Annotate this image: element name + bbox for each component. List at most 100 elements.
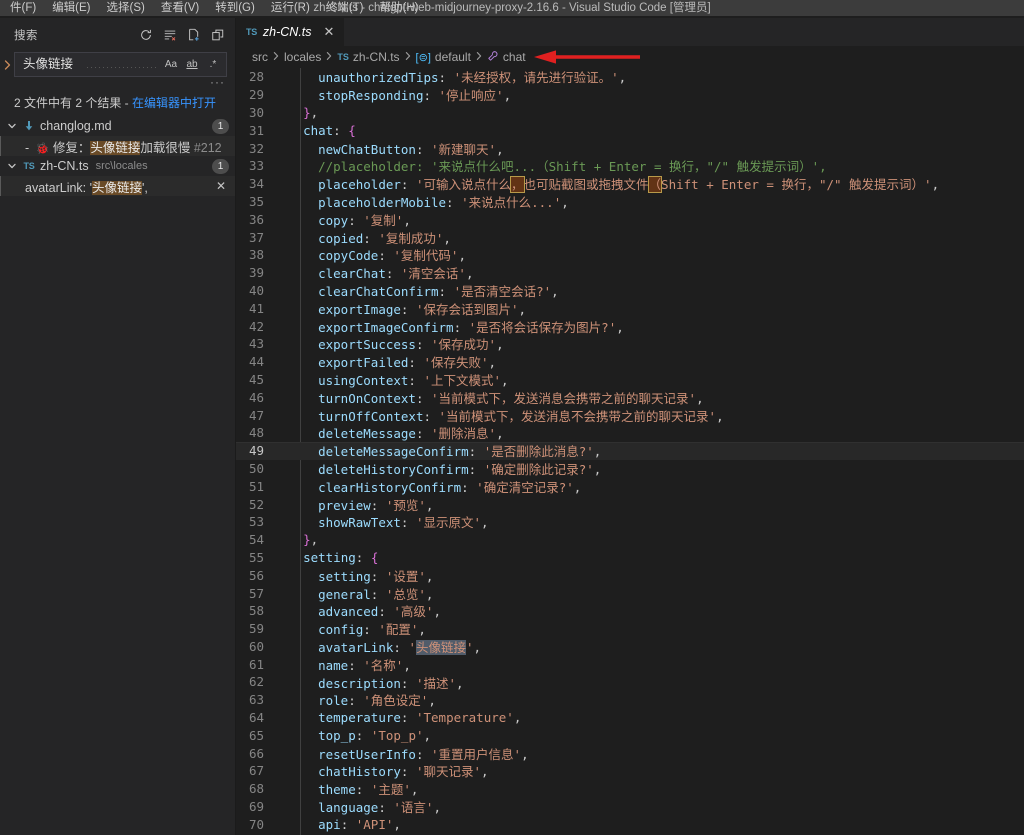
- breadcrumb-item-default[interactable]: [⊜]default: [416, 50, 471, 64]
- match-whole-word-toggle[interactable]: ab: [182, 55, 202, 74]
- menu-item-2[interactable]: 选择(S): [99, 0, 153, 16]
- match-case-toggle[interactable]: Aa: [161, 55, 181, 74]
- export-symbol-icon: [⊜]: [416, 51, 431, 64]
- menu-item-4[interactable]: 转到(G): [207, 0, 263, 16]
- code-line[interactable]: 57 general: '总览',: [236, 584, 1024, 602]
- code-line[interactable]: 50 deleteHistoryConfirm: '确定删除此记录?',: [236, 460, 1024, 478]
- search-result-match-row[interactable]: - 🐞 修复：头像链接加载很慢 #212: [0, 136, 235, 156]
- code-line[interactable]: 44 exportFailed: '保存失败',: [236, 353, 1024, 371]
- search-sidebar: 搜索: [0, 18, 236, 835]
- code-line[interactable]: 39 clearChat: '清空会话',: [236, 264, 1024, 282]
- code-line[interactable]: 63 role: '角色设定',: [236, 691, 1024, 709]
- code-line[interactable]: 62 description: '描述',: [236, 673, 1024, 691]
- line-number: 41: [236, 301, 284, 316]
- tab-zh-cn-ts[interactable]: TS zh-CN.ts ✕: [236, 18, 345, 46]
- code-editor[interactable]: 28 unauthorizedTips: '未经授权，请先进行验证。',29 s…: [236, 68, 1024, 835]
- code-line[interactable]: 67 chatHistory: '聊天记录',: [236, 762, 1024, 780]
- chevron-down-icon[interactable]: [4, 121, 20, 131]
- code-line[interactable]: 45 usingContext: '上下文模式',: [236, 371, 1024, 389]
- breadcrumb-item-chat[interactable]: chat: [487, 50, 526, 65]
- menu-item-7[interactable]: 帮助(H): [371, 0, 426, 16]
- open-in-editor-link[interactable]: 在编辑器中打开: [132, 96, 216, 110]
- code-line[interactable]: 33 //placeholder: '来说点什么吧...（Shift + Ent…: [236, 157, 1024, 175]
- menu-item-3[interactable]: 查看(V): [153, 0, 207, 16]
- code-line[interactable]: 35 placeholderMobile: '来说点什么...',: [236, 193, 1024, 211]
- line-number: 59: [236, 621, 284, 636]
- search-result-match-row[interactable]: avatarLink: '头像链接',✕: [0, 176, 235, 196]
- dismiss-match-icon[interactable]: ✕: [213, 179, 229, 193]
- line-number: 34: [236, 176, 284, 191]
- code-line[interactable]: 64 temperature: 'Temperature',: [236, 709, 1024, 727]
- breadcrumb-item-locales[interactable]: locales: [284, 50, 321, 64]
- close-icon[interactable]: ✕: [318, 24, 337, 40]
- search-input[interactable]: 头像链接 Aa ab .*: [14, 52, 227, 77]
- code-line[interactable]: 69 language: '语言',: [236, 798, 1024, 816]
- code-line-content: stopResponding: '停止响应',: [284, 85, 511, 104]
- code-line[interactable]: 48 deleteMessage: '删除消息',: [236, 424, 1024, 442]
- menu-item-0[interactable]: 件(F): [2, 0, 44, 16]
- code-line[interactable]: 60 avatarLink: '头像链接',: [236, 638, 1024, 656]
- code-line[interactable]: 28 unauthorizedTips: '未经授权，请先进行验证。',: [236, 68, 1024, 86]
- collapse-all-icon[interactable]: [207, 24, 229, 46]
- code-line[interactable]: 40 clearChatConfirm: '是否清空会话?',: [236, 282, 1024, 300]
- code-line[interactable]: 58 advanced: '高级',: [236, 602, 1024, 620]
- code-line[interactable]: 47 turnOffContext: '当前模式下，发送消息不会携带之前的聊天记…: [236, 406, 1024, 424]
- search-input-value: 头像链接: [23, 53, 161, 76]
- code-line[interactable]: 68 theme: '主题',: [236, 780, 1024, 798]
- code-line[interactable]: 32 newChatButton: '新建聊天',: [236, 139, 1024, 157]
- menu-item-5[interactable]: 运行(R): [263, 0, 318, 16]
- use-regex-toggle[interactable]: .*: [203, 55, 223, 74]
- code-line-content: clearHistoryConfirm: '确定清空记录?',: [284, 477, 581, 496]
- tab-label: zh-CN.ts: [263, 25, 312, 39]
- code-line[interactable]: 55 setting: {: [236, 549, 1024, 567]
- line-number: 52: [236, 497, 284, 512]
- line-number: 68: [236, 781, 284, 796]
- code-line[interactable]: 49 deleteMessageConfirm: '是否删除此消息?',: [236, 442, 1024, 460]
- line-number: 56: [236, 568, 284, 583]
- code-line[interactable]: 43 exportSuccess: '保存成功',: [236, 335, 1024, 353]
- code-line[interactable]: 36 copy: '复制',: [236, 210, 1024, 228]
- breadcrumb-item-zh-CN.ts[interactable]: TSzh-CN.ts: [337, 50, 399, 64]
- line-number: 47: [236, 408, 284, 423]
- search-result-file-name: changlog.md: [40, 119, 112, 133]
- search-result-file-row[interactable]: TSzh-CN.tssrc\locales1: [0, 156, 235, 176]
- search-result-file-row[interactable]: changlog.md1: [0, 116, 235, 136]
- code-line[interactable]: 30 },: [236, 104, 1024, 122]
- breadcrumb-item-src[interactable]: src: [252, 50, 268, 64]
- code-line[interactable]: 41 exportImage: '保存会话到图片',: [236, 299, 1024, 317]
- line-number: 50: [236, 461, 284, 476]
- open-new-search-editor-icon[interactable]: [183, 24, 205, 46]
- code-line[interactable]: 53 showRawText: '显示原文',: [236, 513, 1024, 531]
- code-line[interactable]: 66 resetUserInfo: '重置用户信息',: [236, 744, 1024, 762]
- code-line[interactable]: 34 placeholder: '可输入说点什么，也可贴截图或拖拽文件（Shif…: [236, 175, 1024, 193]
- line-number: 63: [236, 692, 284, 707]
- toggle-replace-chevron-icon[interactable]: [0, 52, 14, 78]
- code-line[interactable]: 61 name: '名称',: [236, 655, 1024, 673]
- code-line[interactable]: 29 stopResponding: '停止响应',: [236, 86, 1024, 104]
- menu-item-6[interactable]: 终端(T): [318, 0, 372, 16]
- code-line[interactable]: 51 clearHistoryConfirm: '确定清空记录?',: [236, 477, 1024, 495]
- code-line[interactable]: 54 },: [236, 531, 1024, 549]
- code-line[interactable]: 46 turnOnContext: '当前模式下，发送消息会携带之前的聊天记录'…: [236, 388, 1024, 406]
- code-line[interactable]: 56 setting: '设置',: [236, 566, 1024, 584]
- editor-tab-bar: TS zh-CN.ts ✕: [236, 18, 1024, 46]
- chevron-down-icon[interactable]: [4, 161, 20, 171]
- menu-bar: 件(F)编辑(E)选择(S)查看(V)转到(G)运行(R)终端(T)帮助(H): [0, 0, 426, 16]
- search-result-file-name: zh-CN.ts: [40, 159, 89, 173]
- code-line[interactable]: 37 copied: '复制成功',: [236, 228, 1024, 246]
- menu-item-1[interactable]: 编辑(E): [44, 0, 98, 16]
- refresh-icon[interactable]: [135, 24, 157, 46]
- code-line-content: copy: '复制',: [284, 210, 411, 229]
- code-line-content: language: '语言',: [284, 797, 441, 816]
- code-line[interactable]: 52 preview: '预览',: [236, 495, 1024, 513]
- toggle-search-details-icon[interactable]: ···: [0, 78, 235, 90]
- code-line[interactable]: 42 exportImageConfirm: '是否将会话保存为图片?',: [236, 317, 1024, 335]
- code-line-content: role: '角色设定',: [284, 690, 436, 709]
- code-line[interactable]: 59 config: '配置',: [236, 620, 1024, 638]
- code-line[interactable]: 38 copyCode: '复制代码',: [236, 246, 1024, 264]
- code-line[interactable]: 65 top_p: 'Top_p',: [236, 726, 1024, 744]
- code-line[interactable]: 31 chat: {: [236, 121, 1024, 139]
- clear-search-results-icon[interactable]: [159, 24, 181, 46]
- code-line-content: deleteHistoryConfirm: '确定删除此记录?',: [284, 459, 601, 478]
- code-line[interactable]: 70 api: 'API',: [236, 815, 1024, 833]
